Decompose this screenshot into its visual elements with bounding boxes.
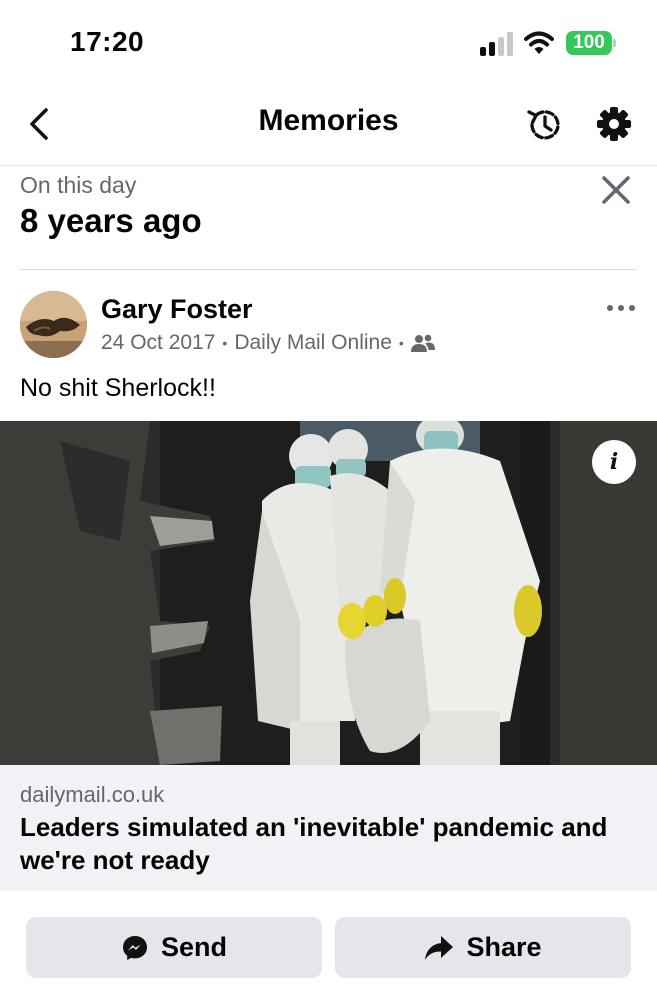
hazmat-workers-photo: [0, 421, 657, 765]
memory-title: 8 years ago: [20, 202, 202, 239]
back-chevron-icon[interactable]: [20, 102, 60, 146]
wifi-icon: [524, 31, 554, 54]
gear-icon[interactable]: [594, 104, 634, 144]
post-meta: 24 Oct 2017 • Daily Mail Online •: [101, 331, 435, 355]
divider: [20, 269, 637, 270]
share-button[interactable]: Share: [335, 917, 631, 978]
send-label: Send: [160, 932, 227, 962]
info-icon[interactable]: i: [592, 440, 636, 484]
link-title: Leaders simulated an 'inevitable' pandem…: [20, 812, 608, 875]
friends-icon: [410, 334, 435, 352]
send-button[interactable]: Send: [26, 917, 322, 978]
battery-indicator: 100: [566, 31, 616, 55]
link-domain: dailymail.co.uk: [20, 782, 165, 807]
avatar[interactable]: [20, 291, 87, 358]
link-preview-card[interactable]: dailymail.co.uk Leaders simulated an 'in…: [0, 765, 657, 891]
post-text: No shit Sherlock!!: [20, 374, 216, 402]
memories-screen: 17:20 100 Memories On this day 8 years a…: [0, 0, 657, 1000]
cellular-signal-icon: [480, 32, 514, 56]
separator-dot: •: [222, 335, 228, 351]
nav-bar: Memories: [0, 84, 657, 166]
memory-subtitle: On this day: [20, 172, 137, 198]
more-options-icon[interactable]: [604, 298, 638, 318]
share-arrow-icon: [425, 935, 454, 960]
link-preview-image[interactable]: [0, 421, 657, 765]
status-time: 17:20: [70, 26, 145, 57]
separator-dot: •: [398, 335, 404, 351]
post-author[interactable]: Gary Foster: [101, 294, 253, 325]
history-icon[interactable]: [524, 104, 566, 146]
post-date[interactable]: 24 Oct 2017: [101, 331, 215, 355]
messenger-icon: [122, 935, 147, 960]
status-bar: 17:20 100: [0, 0, 657, 80]
share-label: Share: [466, 932, 542, 962]
avatar-image: [20, 291, 87, 358]
close-icon[interactable]: [598, 172, 634, 208]
post-source[interactable]: Daily Mail Online: [234, 331, 392, 355]
